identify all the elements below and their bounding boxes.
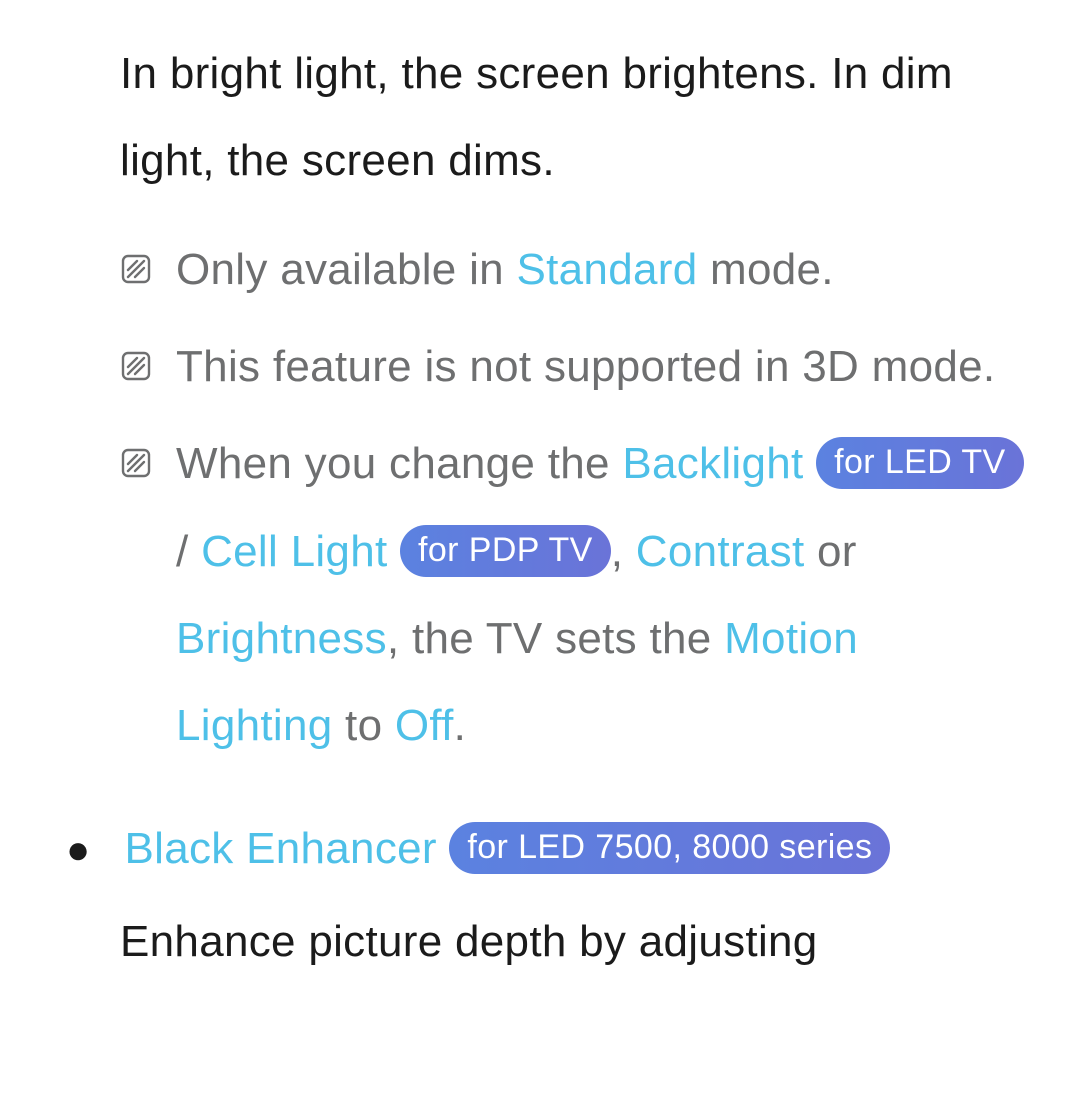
text: When you change the [176, 439, 622, 488]
bullet-icon: ● [66, 811, 90, 890]
text: . [454, 701, 467, 750]
text: / [176, 527, 201, 576]
manual-page: In bright light, the screen brightens. I… [0, 0, 1080, 985]
note-row-1: Only available in Standard mode. [120, 226, 1025, 313]
black-enhancer-heading: ● Black Enhancer for LED 7500, 8000 seri… [66, 805, 1025, 892]
note-text-1: Only available in Standard mode. [176, 226, 1025, 313]
term-black-enhancer: Black Enhancer [124, 824, 436, 873]
term-contrast: Contrast [636, 527, 805, 576]
notes-block: Only available in Standard mode. This fe… [120, 226, 1025, 769]
term-cell-light: Cell Light [201, 527, 387, 576]
text [388, 527, 401, 576]
term-backlight: Backlight [622, 439, 803, 488]
badge-pdp-tv: for PDP TV [400, 525, 611, 577]
text: , the TV sets the [387, 614, 724, 663]
intro-paragraph: In bright light, the screen brightens. I… [120, 30, 1025, 204]
text: to [333, 701, 395, 750]
text [437, 824, 450, 873]
note-text-2: This feature is not supported in 3D mode… [176, 323, 1025, 410]
note-icon [120, 447, 152, 479]
text: Only available in [176, 245, 516, 294]
note-icon [120, 253, 152, 285]
note-row-2: This feature is not supported in 3D mode… [120, 323, 1025, 410]
black-enhancer-desc: Enhance picture depth by adjusting [120, 898, 1025, 985]
note-text-3: When you change the Backlight for LED TV… [176, 420, 1025, 768]
text: or [805, 527, 857, 576]
term-off: Off [395, 701, 454, 750]
note-icon [120, 350, 152, 382]
term-brightness: Brightness [176, 614, 387, 663]
heading-line: Black Enhancer for LED 7500, 8000 series [124, 805, 890, 892]
term-standard: Standard [516, 245, 697, 294]
text: mode. [697, 245, 833, 294]
badge-led-series: for LED 7500, 8000 series [449, 822, 890, 874]
text: , [611, 527, 636, 576]
badge-led-tv: for LED TV [816, 437, 1024, 489]
note-row-3: When you change the Backlight for LED TV… [120, 420, 1025, 768]
